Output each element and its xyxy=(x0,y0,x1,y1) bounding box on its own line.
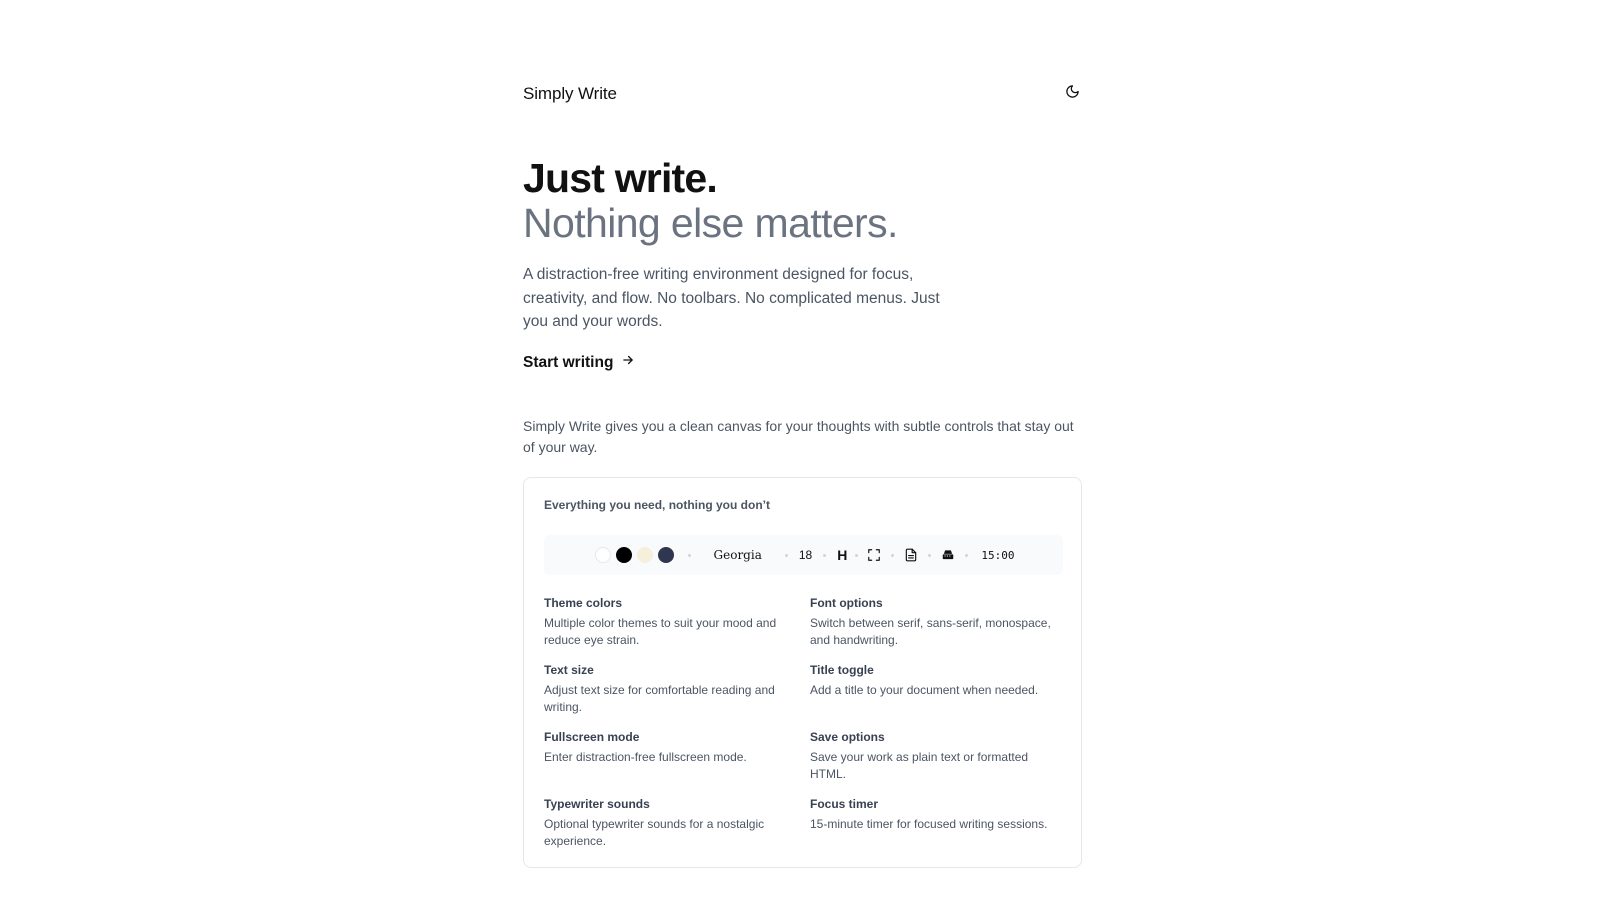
header: Simply Write xyxy=(523,82,1084,108)
card-title: Everything you need, nothing you don’t xyxy=(544,498,770,512)
focus-timer[interactable]: 15:00 xyxy=(981,549,1014,562)
toolbar-divider xyxy=(784,553,788,557)
toolbar-divider xyxy=(823,553,827,557)
theme-swatch-cream[interactable] xyxy=(637,547,654,563)
feature-theme-colors: Theme colors Multiple color themes to su… xyxy=(544,596,789,648)
toolbar-divider xyxy=(855,553,859,557)
feature-fullscreen-mode: Fullscreen mode Enter distraction-free f… xyxy=(544,730,789,766)
moon-icon xyxy=(1065,84,1080,104)
toolbar-divider xyxy=(687,553,691,557)
hero-description: A distraction-free writing environment d… xyxy=(523,266,940,330)
feature-title: Fullscreen mode xyxy=(544,730,640,744)
fullscreen-icon[interactable] xyxy=(866,547,882,563)
theme-swatch-navy[interactable] xyxy=(658,547,675,563)
hero-subtitle: Nothing else matters. xyxy=(523,200,898,246)
feature-description: Add a title to your document when needed… xyxy=(810,683,1039,697)
feature-title: Font options xyxy=(810,596,883,610)
theme-swatch-white[interactable] xyxy=(595,547,612,563)
feature-description: Adjust text size for comfortable reading… xyxy=(544,683,775,714)
feature-title: Typewriter sounds xyxy=(544,797,650,811)
feature-font-options: Font options Switch between serif, sans-… xyxy=(810,596,1055,648)
feature-title: Save options xyxy=(810,730,885,744)
toolbar-divider xyxy=(965,553,969,557)
feature-focus-timer: Focus timer 15-minute timer for focused … xyxy=(810,797,1055,833)
feature-title: Focus timer xyxy=(810,797,879,811)
feature-title: Text size xyxy=(544,663,594,677)
features-card: Everything you need, nothing you don’t G… xyxy=(523,477,1082,868)
feature-title-toggle: Title toggle Add a title to your documen… xyxy=(810,663,1055,699)
feature-description: Switch between serif, sans-serif, monosp… xyxy=(810,616,1051,647)
feature-title: Title toggle xyxy=(810,663,874,677)
toolbar-preview: Georgia 18 H 15:00 xyxy=(544,535,1063,575)
feature-title: Theme colors xyxy=(544,596,623,610)
intro-text: Simply Write gives you a clean canvas fo… xyxy=(523,418,1074,455)
feature-text-size: Text size Adjust text size for comfortab… xyxy=(544,663,789,715)
toolbar-divider xyxy=(928,553,932,557)
feature-save-options: Save options Save your work as plain tex… xyxy=(810,730,1055,782)
typewriter-icon[interactable] xyxy=(940,547,956,563)
feature-typewriter-sounds: Typewriter sounds Optional typewriter so… xyxy=(544,797,789,849)
theme-toggle-button[interactable] xyxy=(1060,82,1084,106)
document-icon[interactable] xyxy=(903,547,919,563)
theme-swatch-black[interactable] xyxy=(616,547,633,563)
text-size-control[interactable]: 18 xyxy=(799,548,812,562)
feature-description: 15-minute timer for focused writing sess… xyxy=(810,817,1048,831)
brand-name[interactable]: Simply Write xyxy=(523,84,617,104)
hero-title: Just write. xyxy=(523,155,718,201)
feature-description: Save your work as plain text or formatte… xyxy=(810,750,1029,781)
feature-description: Multiple color themes to suit your mood … xyxy=(544,616,777,647)
start-writing-button[interactable]: Start writing xyxy=(523,353,635,372)
start-writing-label: Start writing xyxy=(523,353,614,371)
toolbar-divider xyxy=(891,553,895,557)
feature-description: Optional typewriter sounds for a nostalg… xyxy=(544,817,765,848)
font-selector[interactable]: Georgia xyxy=(714,548,762,562)
arrow-right-icon xyxy=(621,353,635,372)
title-toggle-button[interactable]: H xyxy=(837,547,847,563)
feature-description: Enter distraction-free fullscreen mode. xyxy=(544,750,747,764)
